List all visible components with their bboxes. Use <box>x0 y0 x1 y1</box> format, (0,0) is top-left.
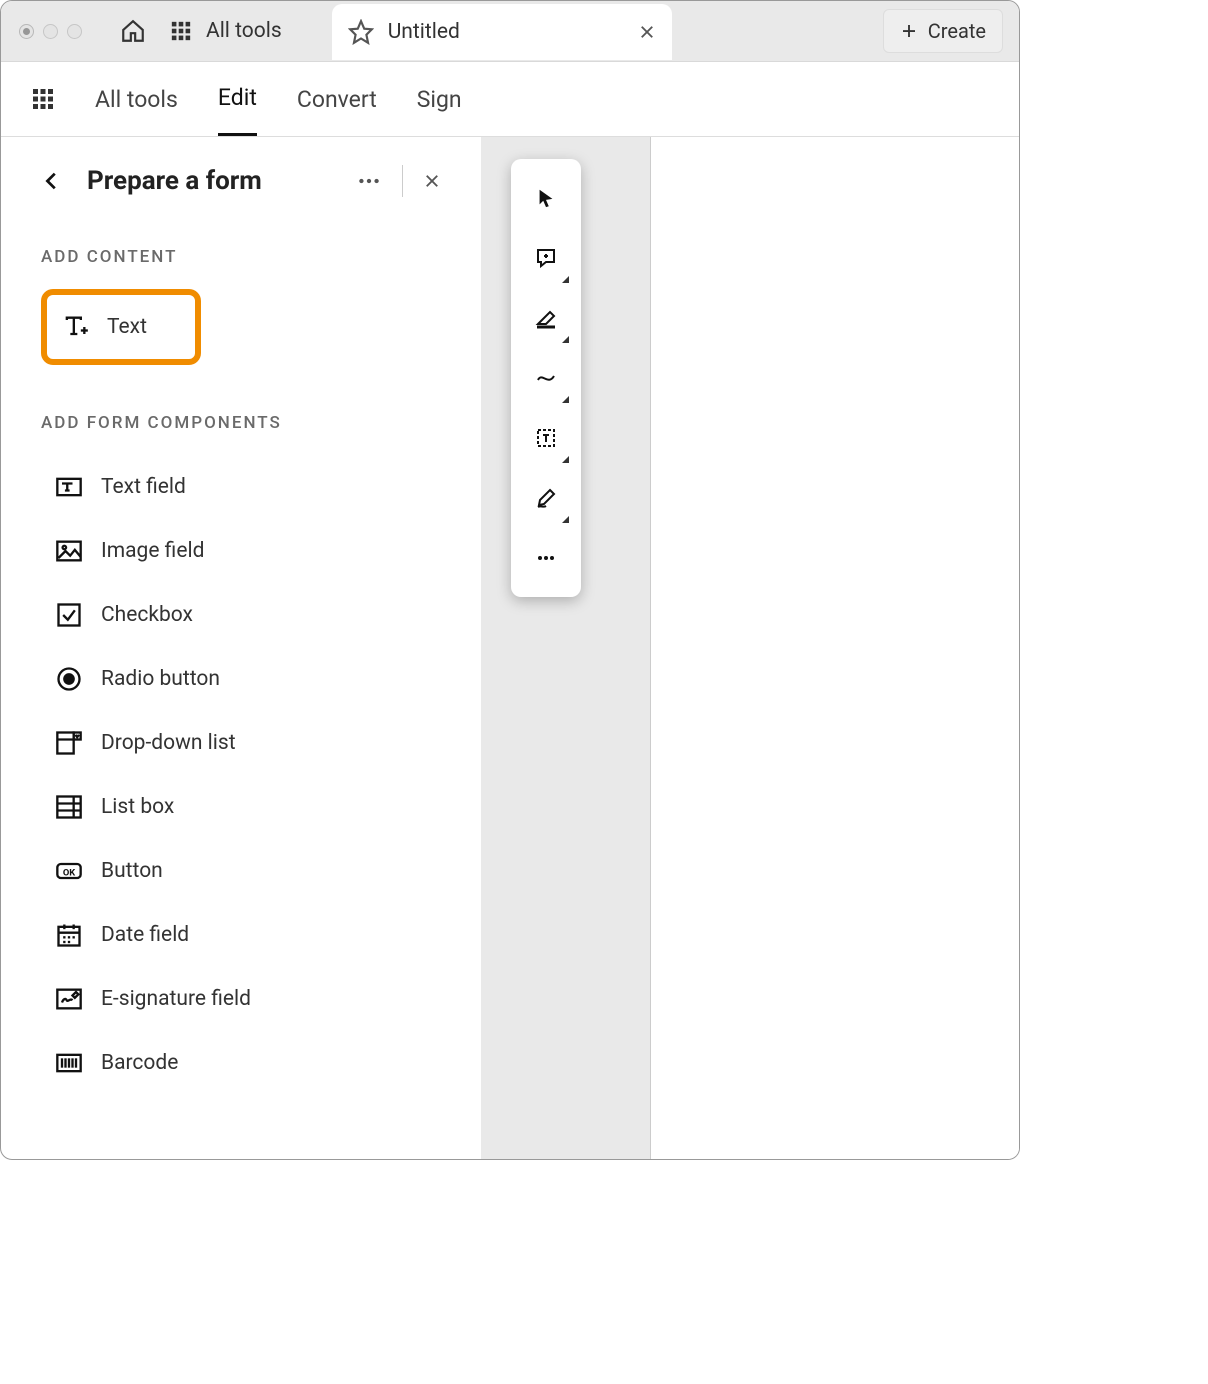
comment-tool[interactable] <box>519 229 573 287</box>
draw-icon <box>534 366 558 390</box>
sign-tool[interactable] <box>519 469 573 527</box>
tool-checkbox[interactable]: Checkbox <box>41 583 441 647</box>
panel-title: Prepare a form <box>87 166 262 196</box>
draw-tool[interactable] <box>519 349 573 407</box>
tool-text-field-label: Text field <box>101 475 186 499</box>
text-field-icon <box>55 473 83 501</box>
home-icon <box>120 18 146 44</box>
date-field-icon <box>55 921 83 949</box>
titlebar: All tools Untitled Create <box>1 1 1019 62</box>
text-select-tool[interactable] <box>519 409 573 467</box>
grid-icon <box>31 87 55 111</box>
minimize-window-button[interactable] <box>43 24 58 39</box>
text-icon <box>61 313 89 341</box>
image-field-icon <box>55 537 83 565</box>
dropdown-icon <box>55 729 83 757</box>
create-label: Create <box>928 19 986 43</box>
checkbox-icon <box>55 601 83 629</box>
canvas-gutter <box>481 137 651 1159</box>
app-window: All tools Untitled Create All tools Edit… <box>0 0 1020 1160</box>
more-horizontal-icon <box>534 546 558 570</box>
tool-checkbox-label: Checkbox <box>101 603 193 627</box>
panel-header: Prepare a form <box>41 165 441 197</box>
add-form-components-label: ADD FORM COMPONENTS <box>41 413 441 433</box>
floating-toolbar <box>511 159 581 597</box>
home-button[interactable] <box>116 14 150 48</box>
divider <box>402 165 403 197</box>
document-title: Untitled <box>388 20 460 44</box>
tool-barcode[interactable]: Barcode <box>41 1031 441 1095</box>
sign-icon <box>534 486 558 510</box>
all-tools-label: All tools <box>206 19 282 43</box>
comment-icon <box>534 246 558 270</box>
highlight-icon <box>534 306 558 330</box>
tool-date-field-label: Date field <box>101 923 189 947</box>
all-tools-tab[interactable]: All tools <box>164 1 298 61</box>
content-area: Prepare a form ADD CONTENT Text ADD FORM… <box>1 137 1019 1159</box>
tool-image-field-label: Image field <box>101 539 204 563</box>
more-horizontal-icon <box>356 168 382 194</box>
menubar: All tools Edit Convert Sign <box>1 62 1019 137</box>
tools-grid-button[interactable] <box>31 87 55 111</box>
tool-dropdown-label: Drop-down list <box>101 731 236 755</box>
tool-text-label: Text <box>107 315 147 339</box>
cursor-icon <box>535 187 557 209</box>
tool-esignature-label: E-signature field <box>101 987 251 1011</box>
more-options-button[interactable] <box>356 168 382 194</box>
tool-button[interactable]: OK Button <box>41 839 441 903</box>
menu-all-tools[interactable]: All tools <box>95 64 178 135</box>
close-tab-button[interactable] <box>638 23 656 41</box>
menu-sign[interactable]: Sign <box>417 64 462 135</box>
radio-button-icon <box>55 665 83 693</box>
tool-esignature-field[interactable]: E-signature field <box>41 967 441 1031</box>
plus-icon <box>900 22 918 40</box>
tool-dropdown-list[interactable]: Drop-down list <box>41 711 441 775</box>
document-tab[interactable]: Untitled <box>332 4 672 60</box>
list-box-icon <box>55 793 83 821</box>
tool-list-box[interactable]: List box <box>41 775 441 839</box>
close-icon <box>638 23 656 41</box>
menu-edit[interactable]: Edit <box>218 62 257 136</box>
back-button[interactable] <box>41 170 63 192</box>
tool-radio-button-label: Radio button <box>101 667 220 691</box>
tool-button-label: Button <box>101 859 163 883</box>
tool-text-field[interactable]: Text field <box>41 455 441 519</box>
close-icon <box>423 172 441 190</box>
highlight-tool[interactable] <box>519 289 573 347</box>
create-button[interactable]: Create <box>883 9 1003 53</box>
more-tools-button[interactable] <box>519 529 573 587</box>
menu-convert[interactable]: Convert <box>297 64 377 135</box>
maximize-window-button[interactable] <box>67 24 82 39</box>
tool-text[interactable]: Text <box>41 289 201 365</box>
window-controls <box>19 24 82 39</box>
text-select-icon <box>534 426 558 450</box>
tool-radio-button[interactable]: Radio button <box>41 647 441 711</box>
add-content-label: ADD CONTENT <box>41 247 441 267</box>
svg-text:OK: OK <box>63 868 75 879</box>
grid-icon <box>170 20 192 42</box>
barcode-icon <box>55 1049 83 1077</box>
close-window-button[interactable] <box>19 24 34 39</box>
chevron-left-icon <box>41 170 63 192</box>
select-tool[interactable] <box>519 169 573 227</box>
esignature-icon <box>55 985 83 1013</box>
side-panel: Prepare a form ADD CONTENT Text ADD FORM… <box>1 137 481 1159</box>
tool-image-field[interactable]: Image field <box>41 519 441 583</box>
tool-date-field[interactable]: Date field <box>41 903 441 967</box>
close-panel-button[interactable] <box>423 172 441 190</box>
tool-list-box-label: List box <box>101 795 174 819</box>
tool-barcode-label: Barcode <box>101 1051 178 1075</box>
button-icon: OK <box>55 857 83 885</box>
star-icon <box>348 19 374 45</box>
canvas-area <box>481 137 1019 1159</box>
